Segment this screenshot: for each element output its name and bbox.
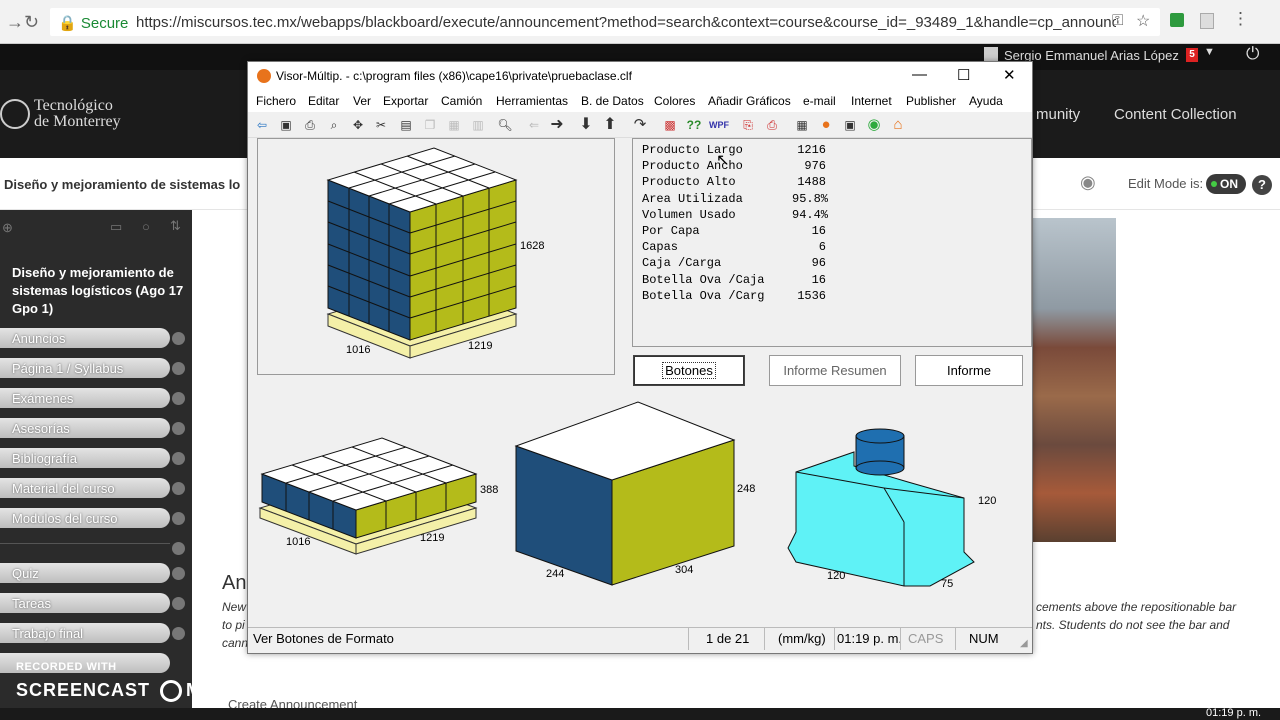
sidebar-item-asesorias[interactable]: Asesorías bbox=[0, 418, 170, 438]
nav-content-collection[interactable]: Content Collection bbox=[1114, 106, 1237, 123]
star-icon[interactable]: ☆ bbox=[1136, 11, 1150, 31]
status-page: 1 de 21 bbox=[706, 631, 750, 646]
folder-icon[interactable]: ▭ bbox=[110, 219, 122, 235]
logo-line-2: de Monterrey bbox=[34, 113, 121, 130]
logo-line-1: Tecnológico bbox=[34, 97, 113, 114]
status-caps: CAPS bbox=[908, 631, 944, 646]
secure-indicator: 🔒 Secure bbox=[58, 15, 129, 32]
resize-grip-icon[interactable]: ◢ bbox=[1020, 638, 1028, 649]
reload-icon[interactable]: ↻ bbox=[24, 12, 39, 33]
sidebar-item-anuncios[interactable]: Anuncios bbox=[0, 328, 170, 348]
help-icon[interactable]: ? bbox=[1252, 175, 1272, 195]
edit-mode-toggle[interactable]: ON bbox=[1206, 174, 1246, 194]
layer-depth-label: 1219 bbox=[420, 532, 445, 544]
sidebar-item-examenes[interactable]: Exámenes bbox=[0, 388, 170, 408]
course-title: Diseño y mejoramiento de sistemas logíst… bbox=[12, 265, 184, 316]
bottle-drawing bbox=[787, 428, 975, 587]
note-left-2: to pi bbox=[222, 618, 245, 632]
watermark-screencast: SCREENCAST MATIC bbox=[16, 680, 247, 703]
note-left-3: cann bbox=[222, 636, 249, 650]
page-heading: An bbox=[222, 572, 247, 594]
item-options-icon[interactable] bbox=[172, 362, 185, 375]
status-units: (mm/kg) bbox=[778, 631, 826, 646]
nav-community[interactable]: munity bbox=[1036, 106, 1080, 123]
item-options-icon[interactable] bbox=[172, 627, 185, 640]
note-right-2: nts. Students do not see the bar and bbox=[1036, 618, 1230, 632]
tec-logo[interactable]: Tecnológico de Monterrey bbox=[0, 98, 121, 130]
item-options-icon[interactable] bbox=[172, 597, 185, 610]
address-bar[interactable]: 🔒 Secure https://miscursos.tec.mx/webapp… bbox=[50, 8, 1160, 36]
watermark-logo-icon bbox=[160, 680, 183, 703]
watermark-recorded: RECORDED WITH bbox=[16, 661, 117, 673]
status-divider bbox=[834, 628, 835, 650]
sidebar-item-bibliografia[interactable]: Bibliografía bbox=[0, 448, 170, 468]
seal-icon bbox=[0, 99, 30, 129]
power-icon[interactable]: ⏻ bbox=[1246, 44, 1259, 64]
extension-icon[interactable] bbox=[1170, 13, 1184, 27]
status-num: NUM bbox=[969, 631, 999, 646]
bottle-width-label: 120 bbox=[827, 570, 846, 582]
item-options-icon[interactable] bbox=[172, 332, 185, 345]
item-options-icon[interactable] bbox=[172, 482, 185, 495]
note-left-1: New bbox=[222, 600, 247, 614]
item-options-icon[interactable] bbox=[172, 392, 185, 405]
course-breadcrumb[interactable]: Diseño y mejoramiento de sistemas lo bbox=[4, 177, 240, 192]
chevron-down-icon[interactable]: ▼ bbox=[1204, 46, 1215, 58]
eye-icon[interactable]: ◉ bbox=[1080, 172, 1096, 193]
status-divider bbox=[955, 628, 956, 650]
sidebar-item-quiz[interactable]: Quiz bbox=[0, 563, 170, 583]
sidebar-item-tareas[interactable]: Tareas bbox=[0, 593, 170, 613]
sort-icon[interactable]: ⇅ bbox=[170, 218, 181, 234]
pallet-load-drawing bbox=[326, 147, 518, 359]
case-depth-label: 304 bbox=[675, 564, 694, 576]
avatar[interactable] bbox=[984, 47, 998, 61]
pallet-depth-label: 1219 bbox=[468, 340, 493, 352]
item-options-icon[interactable] bbox=[172, 452, 185, 465]
sidebar-item-syllabus[interactable]: Página 1 / Syllabus bbox=[0, 358, 170, 378]
browser-chrome: → ↻ 🔒 Secure https://miscursos.tec.mx/we… bbox=[0, 0, 1280, 44]
add-menu-item-icon[interactable]: ⊕ bbox=[2, 220, 13, 236]
status-time: 01:19 p. m. bbox=[837, 631, 903, 646]
menu-icon[interactable]: ⋮ bbox=[1232, 9, 1249, 29]
refresh-icon[interactable]: ○ bbox=[142, 219, 150, 234]
edit-mode-label: Edit Mode is: bbox=[1128, 176, 1204, 191]
case-height-label: 248 bbox=[737, 483, 756, 495]
pallet-width-label: 1016 bbox=[346, 344, 371, 356]
url-text[interactable]: https://miscursos.tec.mx/webapps/blackbo… bbox=[136, 14, 1116, 31]
item-options-icon[interactable] bbox=[172, 542, 185, 555]
status-divider bbox=[764, 628, 765, 650]
bottle-depth-label: 75 bbox=[941, 578, 954, 590]
case-drawing bbox=[514, 401, 736, 586]
status-divider bbox=[900, 628, 901, 650]
bottle-height-label: 120 bbox=[978, 495, 997, 507]
taskbar bbox=[0, 708, 1280, 720]
key-icon[interactable]: ⚿ bbox=[1112, 12, 1123, 29]
visor-window: Visor-Múltip. - c:\program files (x86)\c… bbox=[247, 61, 1033, 654]
item-options-icon[interactable] bbox=[172, 512, 185, 525]
status-divider bbox=[688, 628, 689, 650]
sidebar-item-trabajo-final[interactable]: Trabajo final bbox=[0, 623, 170, 643]
note-right-1: cements above the repositionable bar bbox=[1036, 600, 1237, 614]
layer-height-label: 388 bbox=[480, 484, 499, 496]
banner-image bbox=[1032, 218, 1116, 542]
item-options-icon[interactable] bbox=[172, 422, 185, 435]
pallet-height-label: 1628 bbox=[520, 240, 545, 252]
document-icon[interactable] bbox=[1200, 13, 1214, 29]
forward-icon[interactable]: → bbox=[6, 12, 24, 33]
sidebar-item-modulos[interactable]: Modulos del curso bbox=[0, 508, 170, 528]
case-width-label: 244 bbox=[546, 568, 565, 580]
cursor-icon: ↖ bbox=[716, 152, 730, 169]
taskbar-clock: 01:19 p. m. bbox=[1206, 707, 1262, 719]
status-hint: Ver Botones de Formato bbox=[253, 631, 394, 646]
menu-divider bbox=[0, 543, 170, 544]
notification-badge[interactable]: 5 bbox=[1186, 48, 1198, 62]
layer-width-label: 1016 bbox=[286, 536, 311, 548]
item-options-icon[interactable] bbox=[172, 567, 185, 580]
sidebar-item-material[interactable]: Material del curso bbox=[0, 478, 170, 498]
